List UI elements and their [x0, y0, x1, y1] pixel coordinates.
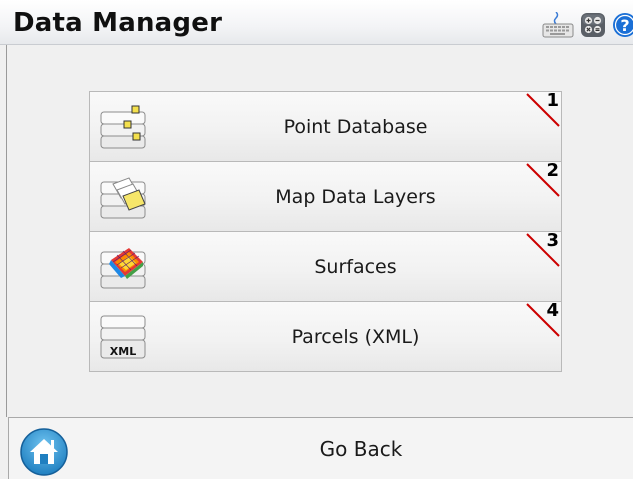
- shortcut-number: 2: [546, 160, 559, 181]
- window-border: [6, 45, 7, 417]
- shortcut-marker: 1: [525, 90, 561, 128]
- menu-item-map-data-layers[interactable]: Map Data Layers 2: [89, 160, 562, 232]
- shortcut-marker: 4: [525, 300, 561, 338]
- menu-item-label: Surfaces: [314, 255, 397, 278]
- data-manager-menu: Point Database 1 Map Data Layers 2 Surfa…: [89, 90, 562, 372]
- xml-icon-text: XML: [110, 345, 136, 358]
- keyboard-icon[interactable]: [542, 12, 574, 38]
- menu-item-parcels-xml[interactable]: XML Parcels (XML) 4: [89, 300, 562, 372]
- point-database-icon: [100, 105, 146, 149]
- shortcut-number: 4: [546, 300, 559, 321]
- go-back-button[interactable]: Go Back: [8, 417, 633, 479]
- svg-text:?: ?: [620, 16, 629, 35]
- map-layers-icon: [100, 177, 146, 219]
- shortcut-marker: 2: [525, 160, 561, 198]
- shortcut-number: 1: [546, 90, 559, 111]
- menu-item-point-database[interactable]: Point Database 1: [89, 90, 562, 162]
- title-bar: Data Manager ?: [0, 0, 633, 45]
- parcels-xml-icon: XML: [100, 315, 146, 359]
- calculator-icon[interactable]: [580, 12, 606, 38]
- shortcut-marker: 3: [525, 230, 561, 268]
- page-title: Data Manager: [13, 8, 223, 38]
- surfaces-icon: [100, 248, 146, 289]
- help-icon[interactable]: ?: [612, 12, 633, 38]
- menu-item-label: Map Data Layers: [275, 185, 436, 208]
- menu-item-label: Parcels (XML): [291, 325, 420, 348]
- menu-item-label: Point Database: [283, 115, 428, 138]
- menu-item-surfaces[interactable]: Surfaces 3: [89, 230, 562, 302]
- shortcut-number: 3: [546, 230, 559, 251]
- go-back-label: Go Back: [319, 436, 403, 461]
